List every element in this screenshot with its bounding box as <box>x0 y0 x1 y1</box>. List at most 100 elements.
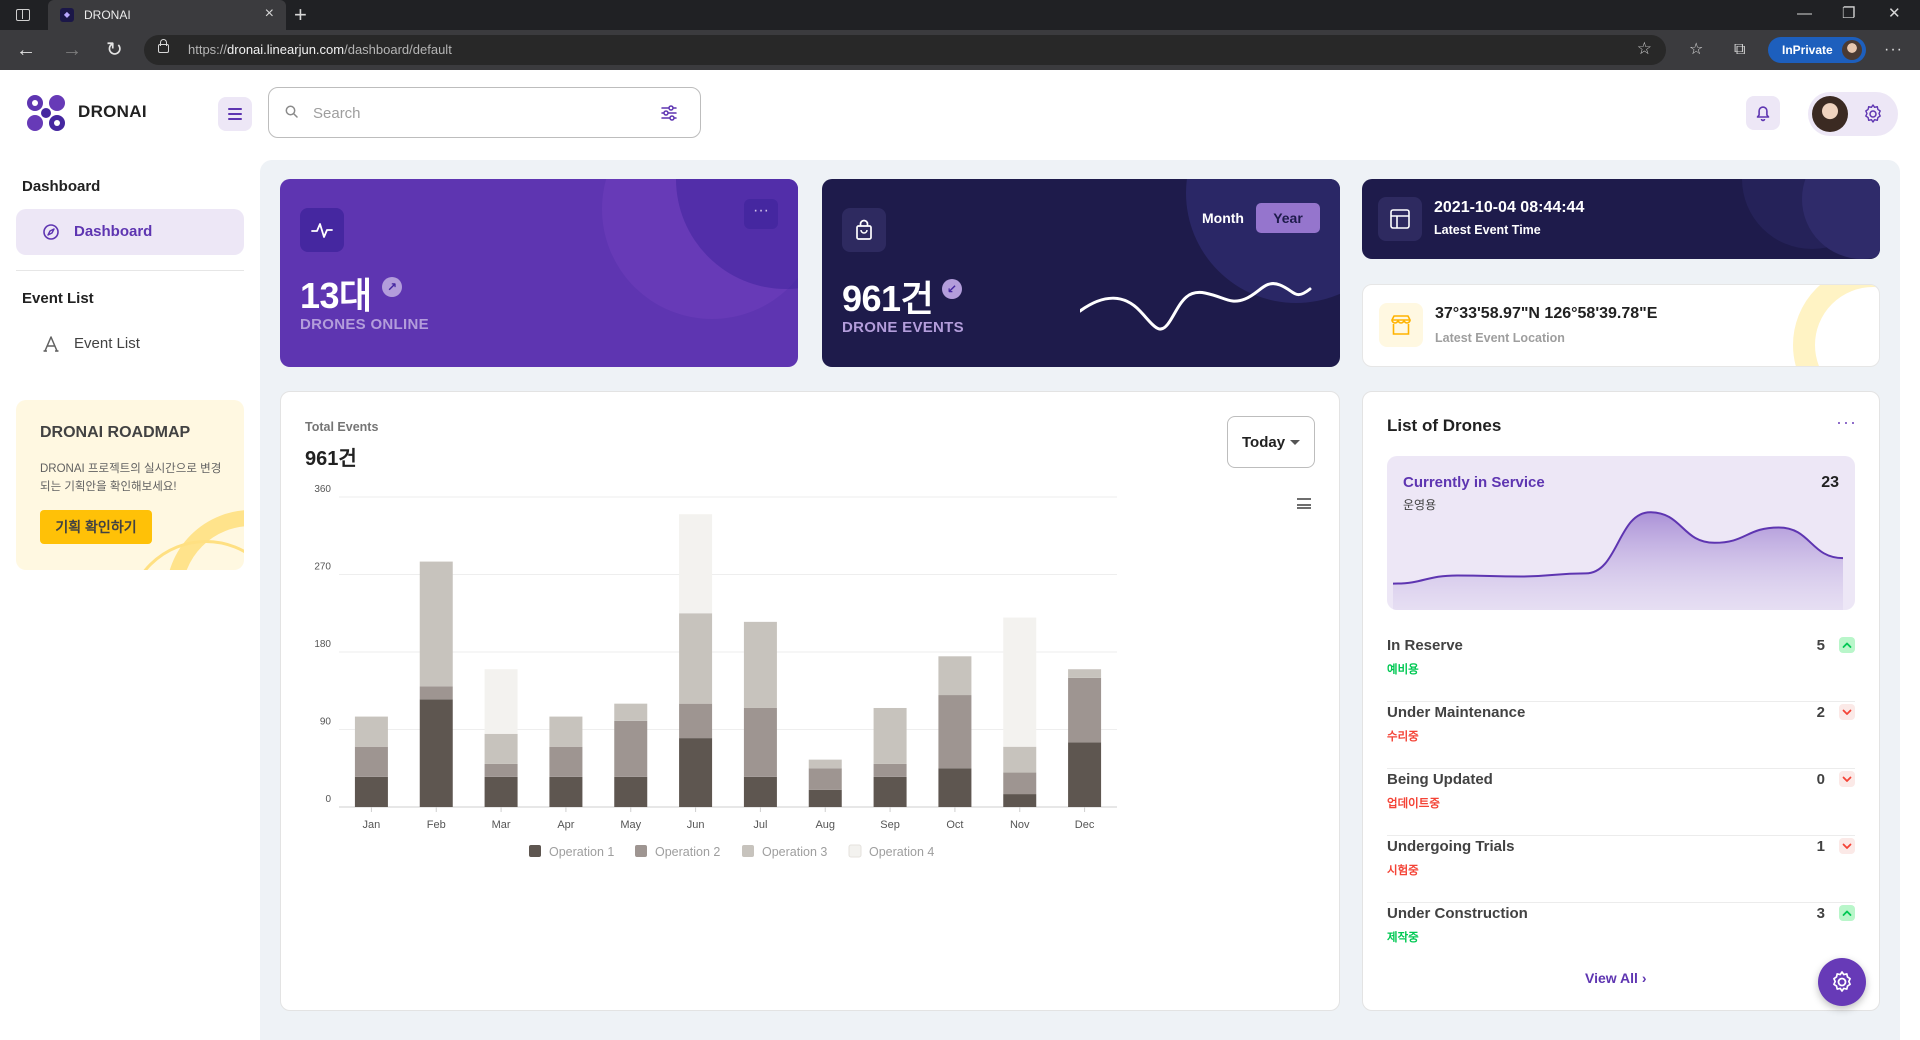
x-tick-label: Apr <box>557 819 574 831</box>
filter-settings-icon[interactable] <box>660 104 678 122</box>
card-icon <box>1379 303 1423 347</box>
drone-status-row[interactable]: Under Construction 제작중 3 <box>1387 903 1855 970</box>
bar-segment <box>484 776 518 807</box>
arrow-down-left-icon: ↙ <box>942 279 962 299</box>
bar-segment <box>484 733 518 764</box>
tab-favicon-icon: ◆ <box>60 8 74 22</box>
new-tab-icon[interactable]: + <box>294 3 307 27</box>
add-favorite-icon[interactable]: ☆ <box>1637 39 1652 59</box>
sidebar-section-dashboard: Dashboard <box>22 178 101 195</box>
y-tick-label: 0 <box>325 794 331 805</box>
search-box <box>268 87 701 138</box>
sidebar-item-event-list[interactable]: Event List <box>16 321 244 367</box>
total-events-caption: Total Events <box>305 420 379 434</box>
address-bar: ← → ↻ https://dronai.linearjun.com/dashb… <box>0 30 1920 70</box>
drones-online-value: 13대 <box>300 275 372 316</box>
bar-segment <box>614 776 648 807</box>
brand-name: DRONAI <box>78 102 147 121</box>
refresh-icon[interactable]: ↻ <box>106 38 123 62</box>
y-tick-label: 360 <box>314 484 331 495</box>
inprivate-badge[interactable]: InPrivate <box>1768 37 1866 63</box>
bar-segment <box>743 707 777 777</box>
drone-status-row[interactable]: Under Maintenance 수리중 2 <box>1387 702 1855 769</box>
notifications-button[interactable] <box>1746 96 1780 130</box>
drone-status-row[interactable]: Undergoing Trials 시험중 1 <box>1387 836 1855 903</box>
period-select[interactable]: Today <box>1227 416 1315 468</box>
drone-status-row[interactable]: In Reserve 예비용 5 <box>1387 635 1855 702</box>
lock-icon <box>158 39 169 53</box>
legend-label: Operation 1 <box>549 845 614 859</box>
drone-list-title: List of Drones <box>1387 416 1502 435</box>
status-count: 1 <box>1816 838 1825 855</box>
profile-menu-button[interactable] <box>1808 92 1898 136</box>
roadmap-title: DRONAI ROADMAP <box>40 424 191 441</box>
tab-actions-icon[interactable] <box>16 9 30 21</box>
bar-segment <box>679 738 713 807</box>
minimize-icon[interactable]: — <box>1797 4 1812 24</box>
card-icon <box>842 208 886 252</box>
bar-segment <box>1068 742 1102 807</box>
status-sublabel: 업데이트중 <box>1387 798 1440 810</box>
drone-status-row[interactable]: Being Updated 업데이트중 0 <box>1387 769 1855 836</box>
bar-segment <box>679 514 713 614</box>
search-input[interactable] <box>313 102 613 124</box>
drone-events-card: Month Year 961건 ↙ DRONE EVENTS <box>822 179 1340 367</box>
bar-segment <box>549 746 583 777</box>
window-close-icon[interactable]: ✕ <box>1888 4 1901 24</box>
back-icon[interactable]: ← <box>16 38 36 62</box>
latest-event-time-label: Latest Event Time <box>1434 223 1541 237</box>
tab-close-icon[interactable]: × <box>265 5 274 23</box>
customization-button[interactable] <box>1818 958 1866 1006</box>
user-avatar <box>1812 96 1848 132</box>
url-text: https://dronai.linearjun.com/dashboard/d… <box>188 42 452 57</box>
x-tick-label: Oct <box>946 819 963 831</box>
collections-icon[interactable]: ⧉ <box>1734 39 1745 61</box>
bell-icon <box>1756 106 1770 122</box>
bar-segment <box>1003 617 1037 747</box>
latest-event-time-card: 2021-10-04 08:44:44 Latest Event Time <box>1362 179 1880 259</box>
restore-icon[interactable]: ❐ <box>1842 4 1855 24</box>
sidebar-item-dashboard[interactable]: Dashboard <box>16 209 244 255</box>
more-options-icon[interactable]: ··· <box>1836 412 1857 433</box>
forward-icon[interactable]: → <box>62 38 82 62</box>
toggle-year[interactable]: Year <box>1256 203 1320 233</box>
total-events-chart: 0 90 180 270 360 Jan Feb Mar Apr May Jun Jul Aug Sep O… <box>314 484 1117 859</box>
bar-segment <box>1003 746 1037 773</box>
bar-segment <box>354 776 388 807</box>
view-all-link[interactable]: View All › <box>1585 970 1646 986</box>
chevron-down-icon <box>1839 771 1855 787</box>
status-count: 5 <box>1816 637 1825 654</box>
bar-segment <box>808 789 842 807</box>
sidebar-toggle-button[interactable] <box>218 97 252 131</box>
drone-list-card: List of Drones ··· Currently in Service … <box>1362 391 1880 1011</box>
dashboard-icon <box>43 224 59 240</box>
browser-titlebar: ◆ DRONAI × + — ❐ ✕ <box>0 0 1920 30</box>
status-count: 2 <box>1816 704 1825 721</box>
favorites-icon[interactable]: ☆ <box>1689 39 1703 61</box>
legend-swatch <box>848 844 862 858</box>
status-name: In Reserve <box>1387 637 1463 654</box>
browser-menu-icon[interactable]: ··· <box>1884 39 1903 61</box>
status-sublabel: 수리중 <box>1387 731 1419 743</box>
bar-segment <box>938 656 972 696</box>
status-count: 3 <box>1816 905 1825 922</box>
bar-segment <box>1068 669 1102 678</box>
settings-gear-icon <box>1865 104 1881 123</box>
legend-swatch <box>742 845 754 857</box>
browser-tab[interactable]: ◆ DRONAI × <box>48 0 286 30</box>
status-sublabel: 시험중 <box>1387 865 1419 877</box>
y-tick-label: 180 <box>314 639 331 650</box>
status-sublabel: 예비용 <box>1387 664 1419 676</box>
in-service-sublabel: 운영용 <box>1403 498 1437 512</box>
bar-segment <box>679 613 713 704</box>
bar-segment <box>1003 794 1037 807</box>
more-options-button[interactable]: ··· <box>744 199 778 229</box>
toggle-month[interactable]: Month <box>1192 203 1254 233</box>
shopping-bag-icon <box>856 219 872 240</box>
x-tick-label: Sep <box>880 819 900 831</box>
bar-segment <box>484 669 518 734</box>
roadmap-button[interactable]: 기획 확인하기 <box>40 510 152 544</box>
url-field[interactable]: https://dronai.linearjun.com/dashboard/d… <box>144 35 1666 65</box>
in-service-label: Currently in Service <box>1403 474 1545 491</box>
chart-menu-icon[interactable] <box>1297 498 1311 509</box>
